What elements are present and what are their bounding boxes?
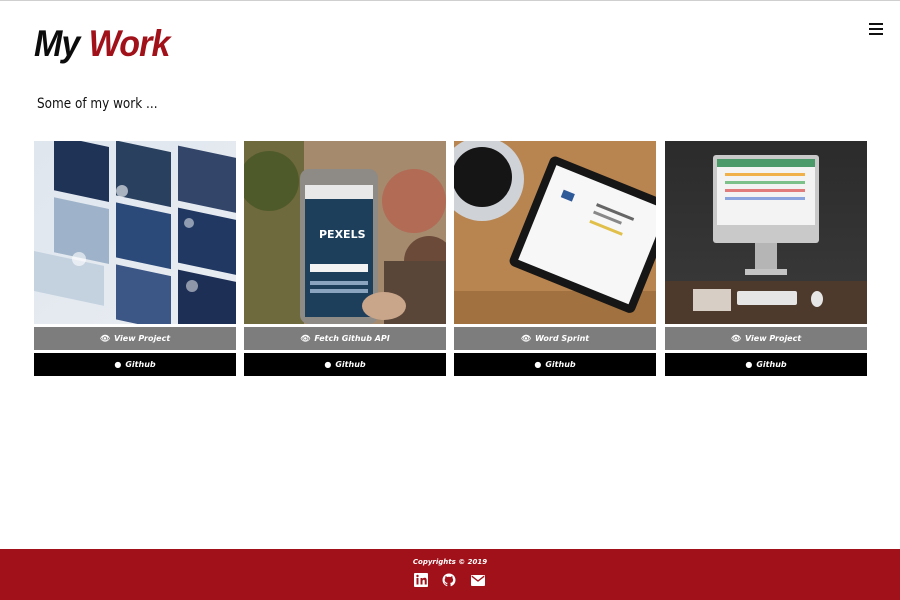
github-icon: ● [324, 360, 332, 369]
github-label: Github [125, 360, 156, 369]
github-button[interactable]: ● Github [454, 353, 656, 376]
hamburger-menu-icon[interactable] [869, 23, 883, 35]
project-card: 👁 View Project ● Github [665, 141, 867, 376]
project-card: 👁 Word Sprint ● Github [454, 141, 656, 376]
github-icon: ● [534, 360, 542, 369]
view-project-button[interactable]: 👁 View Project [665, 327, 867, 350]
envelope-icon[interactable] [471, 575, 485, 591]
view-project-button[interactable]: 👁 View Project [34, 327, 236, 350]
github-label: Github [335, 360, 366, 369]
footer: Copyrights © 2019 [0, 549, 900, 600]
view-project-label: View Project [744, 334, 802, 343]
copyright-text: Copyrights © 2019 [412, 558, 488, 566]
github-label: Github [545, 360, 576, 369]
eye-icon: 👁 [99, 334, 110, 343]
project-thumbnail [665, 141, 867, 324]
view-project-button[interactable]: 👁 Fetch Github API [244, 327, 446, 350]
project-thumbnail [34, 141, 236, 324]
linkedin-icon[interactable] [414, 573, 428, 589]
github-button[interactable]: ● Github [244, 353, 446, 376]
svg-text:PEXELS: PEXELS [319, 228, 366, 241]
view-project-label: Fetch Github API [314, 334, 390, 343]
section-intro: Some of my work ... [37, 96, 158, 112]
github-icon: ● [745, 360, 753, 369]
title-second-word: Work [88, 23, 171, 64]
eye-icon: 👁 [520, 334, 532, 343]
github-icon[interactable] [442, 573, 456, 589]
eye-icon: 👁 [300, 334, 311, 343]
eye-icon: 👁 [730, 334, 741, 343]
project-thumbnail: PEXELS [244, 141, 446, 324]
github-button[interactable]: ● Github [34, 353, 236, 376]
github-icon: ● [114, 360, 122, 369]
project-card: 👁 View Project ● Github [34, 141, 236, 376]
project-thumbnail [454, 141, 656, 324]
github-label: Github [756, 360, 787, 369]
github-button[interactable]: ● Github [665, 353, 867, 376]
view-project-label: Word Sprint [535, 334, 590, 343]
title-first-word: My [34, 23, 80, 64]
view-project-label: View Project [113, 334, 171, 343]
view-project-button[interactable]: 👁 Word Sprint [454, 327, 656, 350]
page-title: My Work [34, 23, 171, 65]
project-card: PEXELS 👁 Fetch Github API ● Github [244, 141, 446, 376]
